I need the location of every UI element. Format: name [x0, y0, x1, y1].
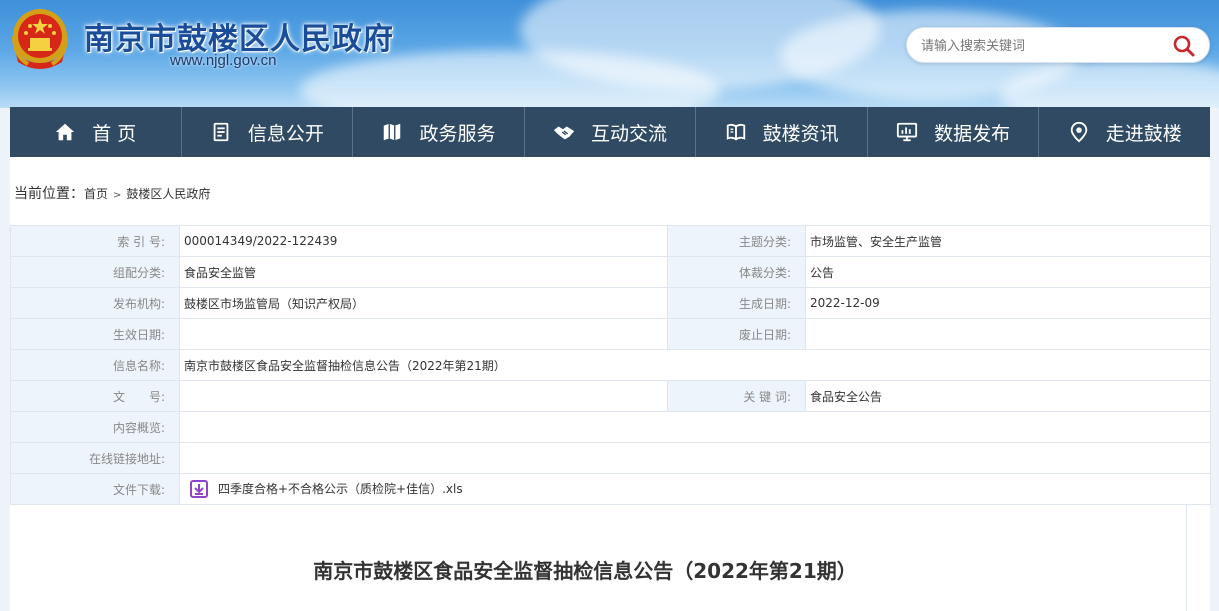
- nav-item-gulou-news[interactable]: 鼓楼资讯: [696, 107, 868, 157]
- national-emblem-icon[interactable]: [8, 6, 72, 72]
- doc-no-label: 文 号:: [10, 380, 180, 412]
- summary-label: 内容概览:: [10, 411, 180, 443]
- keywords-value: 食品安全公告: [805, 380, 1211, 412]
- download-label: 文件下载:: [10, 473, 180, 505]
- nav-label: 鼓楼资讯: [762, 122, 839, 145]
- breadcrumb-home-link[interactable]: 首页: [84, 185, 108, 202]
- keywords-label: 关 键 词:: [667, 380, 806, 412]
- download-file-link[interactable]: 四季度合格+不合格公示（质检院+佳信）.xls: [218, 482, 463, 496]
- nav-label: 政务服务: [419, 122, 496, 145]
- publisher-label: 发布机构:: [10, 287, 180, 319]
- main-nav: 首 页 信息公开 政务服务 互动交流 鼓楼资讯 数据发布 走进鼓楼: [10, 107, 1210, 157]
- name-label: 信息名称:: [10, 349, 180, 381]
- download-cell: 四季度合格+不合格公示（质检院+佳信）.xls: [179, 473, 1211, 505]
- nav-item-data-release[interactable]: 数据发布: [868, 107, 1040, 157]
- abolished-label: 废止日期:: [667, 318, 806, 350]
- table-row: 生效日期: 废止日期:: [10, 318, 1211, 350]
- location-pin-icon: [1070, 121, 1088, 143]
- header-banner: 南京市鼓楼区人民政府 www.njgl.gov.cn: [0, 0, 1219, 108]
- monitor-chart-icon: [897, 122, 918, 142]
- genre-value: 公告: [805, 256, 1211, 288]
- genre-label: 体裁分类:: [667, 256, 806, 288]
- handshake-icon: [553, 126, 575, 140]
- map-icon: [384, 123, 401, 141]
- nav-label: 数据发布: [934, 122, 1011, 145]
- doc-no-value: [179, 380, 668, 412]
- nav-label: 互动交流: [591, 122, 668, 145]
- org-label: 组配分类:: [10, 256, 180, 288]
- info-meta-table: 索 引 号: 000014349/2022-122439 主题分类: 市场监管、…: [10, 225, 1211, 505]
- nav-label: 走进鼓楼: [1105, 122, 1182, 145]
- nav-item-about-gulou[interactable]: 走进鼓楼: [1039, 107, 1210, 157]
- index-no-value: 000014349/2022-122439: [179, 225, 668, 257]
- table-row: 文 号: 关 键 词: 食品安全公告: [10, 380, 1211, 412]
- nav-item-interaction[interactable]: 互动交流: [525, 107, 697, 157]
- index-no-label: 索 引 号:: [10, 225, 180, 257]
- topic-label: 主题分类:: [667, 225, 806, 257]
- document-icon: [213, 122, 229, 142]
- breadcrumb-separator: >: [113, 190, 122, 201]
- breadcrumb-prefix: 当前位置：: [14, 186, 84, 202]
- site-url[interactable]: www.njgl.gov.cn: [170, 52, 276, 69]
- table-row: 发布机构: 鼓楼区市场监管局（知识产权局） 生成日期: 2022-12-09: [10, 287, 1211, 319]
- created-value: 2022-12-09: [805, 287, 1211, 319]
- table-row: 信息名称: 南京市鼓楼区食品安全监督抽检信息公告（2022年第21期）: [10, 349, 1211, 381]
- table-row: 内容概览:: [10, 411, 1211, 443]
- download-icon[interactable]: [190, 480, 208, 499]
- effective-value: [179, 318, 668, 350]
- home-icon: [56, 123, 75, 141]
- nav-item-home[interactable]: 首 页: [10, 107, 182, 157]
- table-row: 组配分类: 食品安全监管 体裁分类: 公告: [10, 256, 1211, 288]
- table-row: 索 引 号: 000014349/2022-122439 主题分类: 市场监管、…: [10, 225, 1211, 257]
- link-value: [179, 442, 1211, 474]
- topic-value: 市场监管、安全生产监管: [805, 225, 1211, 257]
- created-label: 生成日期:: [667, 287, 806, 319]
- publisher-value: 鼓楼区市场监管局（知识产权局）: [179, 287, 668, 319]
- summary-value: [179, 411, 1211, 443]
- table-row: 文件下载: 四季度合格+不合格公示（质检院+佳信）.xls: [10, 473, 1211, 505]
- link-label: 在线链接地址:: [10, 442, 180, 474]
- nav-label: 信息公开: [247, 122, 324, 145]
- abolished-value: [805, 318, 1211, 350]
- main-content: 当前位置： 首页 > 鼓楼区人民政府 索 引 号: 000014349/2022…: [10, 157, 1211, 611]
- nav-item-info-disclosure[interactable]: 信息公开: [182, 107, 354, 157]
- effective-label: 生效日期:: [10, 318, 180, 350]
- name-value: 南京市鼓楼区食品安全监督抽检信息公告（2022年第21期）: [179, 349, 1211, 381]
- content-divider: [1186, 505, 1187, 611]
- search-input[interactable]: [921, 35, 1161, 57]
- breadcrumb: 当前位置： 首页 > 鼓楼区人民政府: [14, 183, 210, 202]
- table-row: 在线链接地址:: [10, 442, 1211, 474]
- search-icon[interactable]: [1172, 34, 1196, 58]
- search-box: [906, 27, 1210, 63]
- org-value: 食品安全监管: [179, 256, 668, 288]
- nav-label: 首 页: [92, 122, 137, 145]
- breadcrumb-gov-link[interactable]: 鼓楼区人民政府: [126, 185, 210, 202]
- book-icon: [726, 123, 745, 141]
- nav-item-gov-services[interactable]: 政务服务: [353, 107, 525, 157]
- article-title: 南京市鼓楼区食品安全监督抽检信息公告（2022年第21期）: [313, 559, 857, 583]
